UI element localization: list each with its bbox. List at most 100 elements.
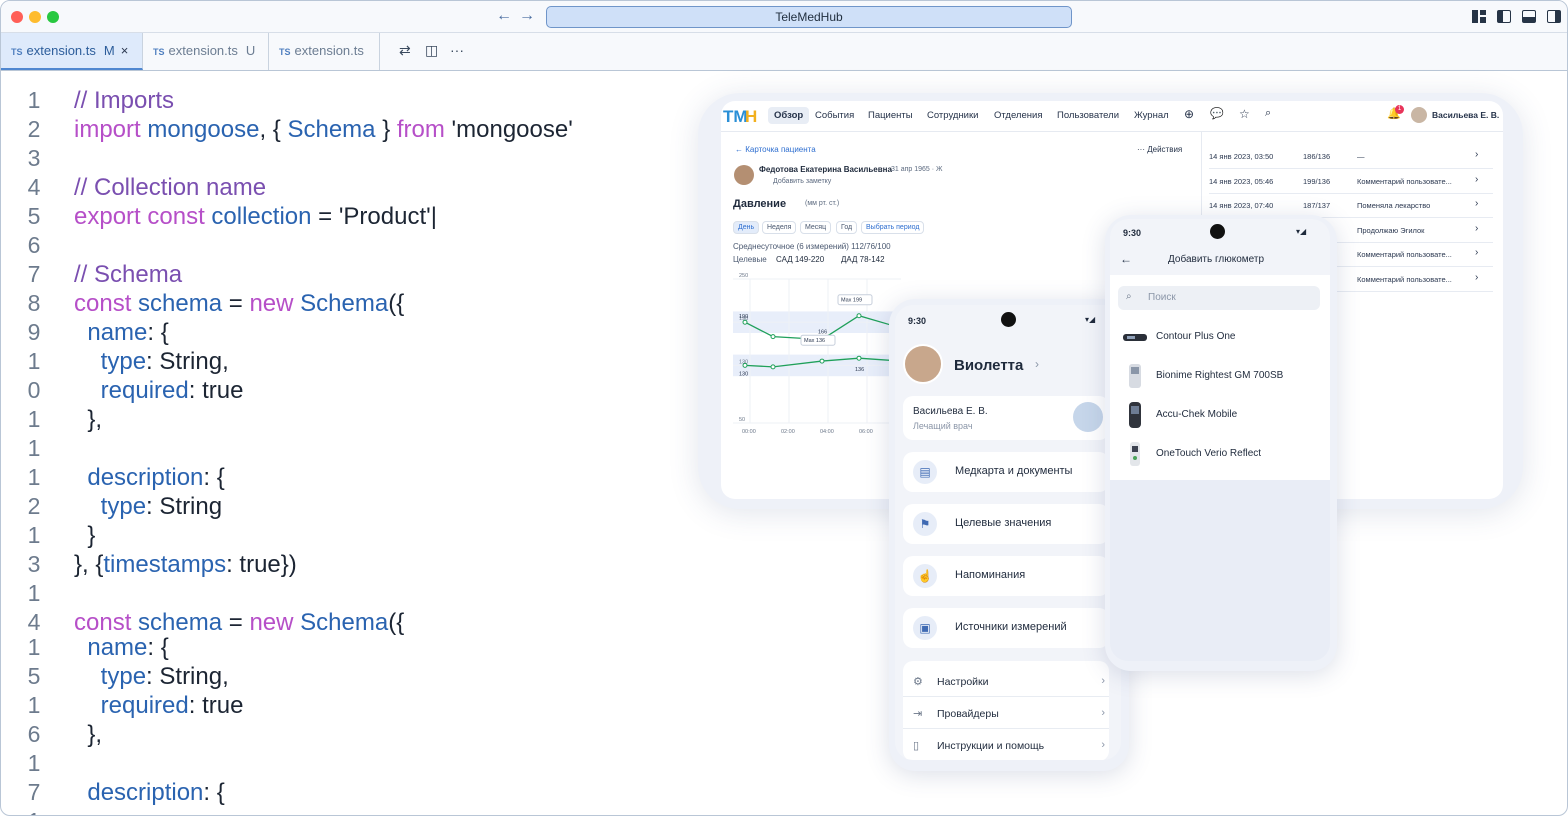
- telemed-logo-icon: ТМН: [723, 107, 757, 125]
- code-line[interactable]: 5 export const collection = 'Product'|: [1, 203, 701, 232]
- code-line[interactable]: 1 // Imports: [1, 87, 701, 116]
- code-line[interactable]: 1 }: [1, 522, 701, 551]
- layout-grid-icon[interactable]: [1472, 10, 1486, 23]
- code-text: const schema = new Schema({: [74, 609, 405, 636]
- forward-arrow-icon[interactable]: →: [519, 7, 535, 25]
- sidebar-right-icon[interactable]: [1547, 10, 1561, 23]
- glucometer-icon: [1122, 441, 1148, 467]
- status-time: 9:30: [908, 316, 927, 326]
- code-line[interactable]: 9 name: {: [1, 319, 701, 348]
- code-line[interactable]: 5 type: String,: [1, 663, 701, 692]
- profile-name[interactable]: Виолетта: [954, 357, 1023, 374]
- more-actions-icon[interactable]: ···: [450, 42, 464, 58]
- tab-extension-ts-2[interactable]: TS extension.ts U: [143, 33, 269, 70]
- period-custom[interactable]: Выбрать период: [861, 221, 925, 234]
- code-line[interactable]: 3: [1, 145, 701, 174]
- period-day[interactable]: День: [733, 221, 760, 234]
- settings-item[interactable]: ⚙ Настройки ›: [903, 667, 1109, 697]
- nav-item-overview[interactable]: Обзор: [768, 107, 810, 124]
- nav-item-users[interactable]: Пользователи: [1057, 110, 1119, 121]
- code-line[interactable]: 7 description: {: [1, 779, 701, 808]
- measurement-note: Продолжаю Эгилок: [1357, 225, 1425, 235]
- doctor-card[interactable]: Васильева Е. В. Лечащий врач: [903, 396, 1109, 440]
- add-circle-icon[interactable]: ⊕: [1184, 107, 1194, 121]
- tab-extension-ts-3[interactable]: TS extension.ts: [269, 33, 380, 70]
- modified-mark: M: [103, 43, 115, 58]
- add-note-link[interactable]: Добавить заметку: [773, 178, 831, 185]
- code-line[interactable]: 1: [1, 750, 701, 779]
- actions-button[interactable]: ··· Действия: [1137, 145, 1182, 154]
- code-line[interactable]: 8 const schema = new Schema({: [1, 290, 701, 319]
- code-line[interactable]: 1 },: [1, 406, 701, 435]
- nav-item-journal[interactable]: Журнал: [1134, 110, 1169, 121]
- device-item[interactable]: Bionime Rightest GM 700SB: [1114, 357, 1324, 395]
- section-title[interactable]: Давление: [733, 198, 786, 210]
- code-line[interactable]: 1: [1, 808, 701, 815]
- nav-item-patients[interactable]: Пациенты: [868, 110, 913, 121]
- device-item[interactable]: Contour Plus One: [1114, 318, 1324, 356]
- line-number: 1: [27, 464, 41, 490]
- nav-item-departments[interactable]: Отделения: [994, 110, 1042, 121]
- menu-item[interactable]: ▤ Медкарта и документы: [903, 452, 1109, 492]
- code-line[interactable]: 1 type: String,: [1, 348, 701, 377]
- svg-text:ТМ: ТМ: [723, 107, 748, 125]
- menu-item[interactable]: ▣ Источники измерений: [903, 608, 1109, 648]
- close-window-button[interactable]: [11, 11, 23, 23]
- back-arrow-icon[interactable]: ←: [496, 7, 512, 25]
- compare-changes-icon[interactable]: ⇄: [399, 42, 411, 59]
- code-line[interactable]: 2 import mongoose, { Schema } from 'mongo…: [1, 116, 701, 145]
- chat-icon[interactable]: 💬: [1210, 107, 1224, 120]
- nav-item-events[interactable]: События: [815, 110, 854, 121]
- measurement-row[interactable]: 14 янв 2023, 05:46 199/136 Комментарий пол…: [1209, 170, 1493, 194]
- patient-name: Федотова Екатерина Васильевна: [759, 165, 892, 174]
- star-icon[interactable]: ☆: [1239, 107, 1250, 121]
- x-tick-label: 02:00: [781, 429, 795, 435]
- menu-item[interactable]: ⚑ Целевые значения: [903, 504, 1109, 544]
- code-line[interactable]: 4 // Collection name: [1, 174, 701, 203]
- code-line[interactable]: 1: [1, 580, 701, 609]
- split-editor-icon[interactable]: ◫: [425, 42, 438, 59]
- code-line[interactable]: 7 // Schema: [1, 261, 701, 290]
- minimize-window-button[interactable]: [29, 11, 41, 23]
- measurement-row[interactable]: 14 янв 2023, 03:50 186/136 — ›: [1209, 145, 1493, 169]
- period-year[interactable]: Год: [836, 221, 858, 234]
- typescript-icon: TS: [11, 47, 23, 57]
- back-arrow-icon[interactable]: ←: [1120, 252, 1132, 266]
- search-input[interactable]: ⌕ Поиск: [1118, 286, 1320, 310]
- code-line[interactable]: 1 description: {: [1, 464, 701, 493]
- period-week[interactable]: Неделя: [762, 221, 797, 234]
- breadcrumb[interactable]: ← Карточка пациента: [735, 145, 816, 154]
- settings-item[interactable]: ⇥ Провайдеры ›: [903, 699, 1109, 729]
- code-line[interactable]: 1 name: {: [1, 634, 701, 663]
- code-line[interactable]: 1 required: true: [1, 692, 701, 721]
- address-bar[interactable]: TeleMedHub: [546, 6, 1072, 28]
- line-number: 4: [27, 609, 41, 635]
- device-item[interactable]: Accu-Chek Mobile: [1114, 396, 1324, 434]
- daily-average: Среднесуточное (6 измерений) 112/76/100: [733, 242, 891, 251]
- chevron-right-icon[interactable]: ›: [1035, 357, 1039, 371]
- nav-item-staff[interactable]: Сотрудники: [927, 110, 978, 121]
- device-item[interactable]: OneTouch Verio Reflect: [1114, 435, 1324, 473]
- menu-item[interactable]: ☝ Напоминания: [903, 556, 1109, 596]
- chevron-right-icon: ›: [1101, 739, 1105, 751]
- target-dad: ДАД 78-142: [841, 255, 885, 264]
- search-icon[interactable]: ⌕: [1265, 107, 1271, 120]
- code-line[interactable]: 1: [1, 435, 701, 464]
- period-month[interactable]: Месяц: [800, 221, 832, 234]
- code-line[interactable]: 6 },: [1, 721, 701, 750]
- code-text: // Collection name: [74, 174, 267, 201]
- code-line[interactable]: 6: [1, 232, 701, 261]
- zoom-window-button[interactable]: [47, 11, 59, 23]
- code-line[interactable]: 3}, {timestamps: true}): [1, 551, 701, 580]
- line-number: 1: [27, 522, 41, 548]
- code-text: description: {: [87, 779, 225, 806]
- close-tab-icon[interactable]: ×: [121, 43, 129, 58]
- sidebar-left-icon[interactable]: [1497, 10, 1511, 23]
- settings-item[interactable]: ▯ Инструкции и помощь ›: [903, 731, 1109, 760]
- measurement-date: 14 янв 2023, 03:50: [1209, 152, 1274, 161]
- panel-bottom-icon[interactable]: [1522, 10, 1536, 23]
- code-line[interactable]: 0 required: true: [1, 377, 701, 406]
- code-line[interactable]: 2 type: String: [1, 493, 701, 522]
- tab-extension-ts-1[interactable]: TS extension.ts M ×: [1, 33, 143, 70]
- code-text: },: [87, 721, 103, 748]
